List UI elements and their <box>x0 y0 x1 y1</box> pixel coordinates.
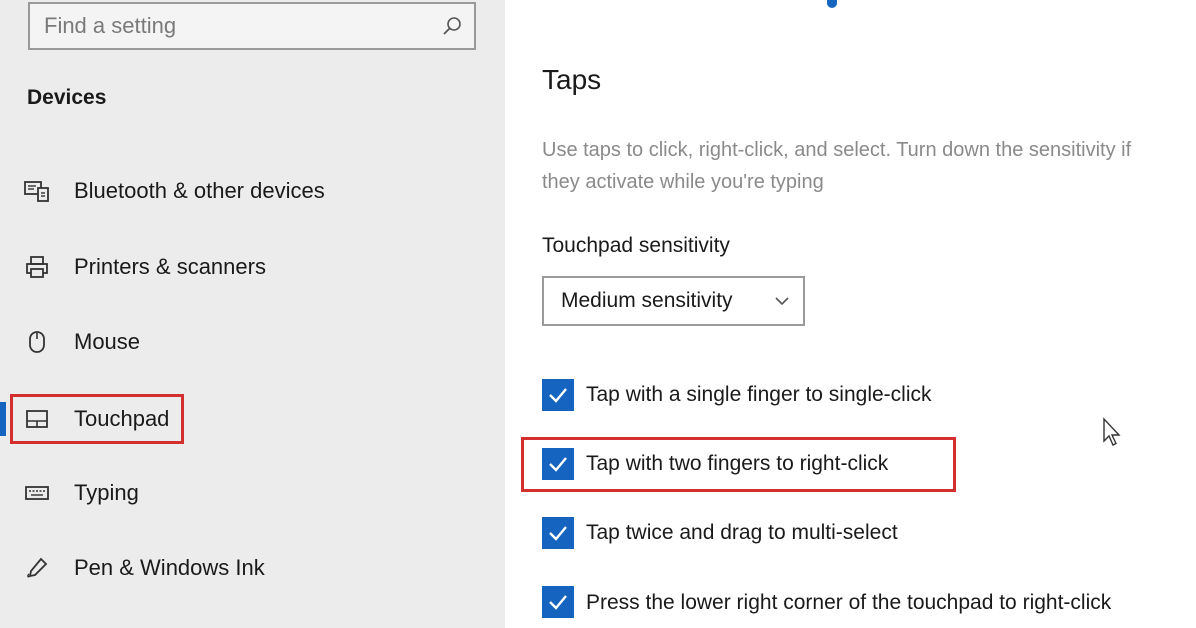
search-input[interactable] <box>44 4 424 48</box>
checkbox-row-lower-right-corner[interactable]: Press the lower right corner of the touc… <box>542 586 1146 620</box>
sidebar-item-label: Touchpad <box>74 406 170 431</box>
checkmark-icon <box>549 388 567 403</box>
mouse-icon <box>22 327 52 357</box>
sidebar-item-touchpad[interactable]: Touchpad <box>0 394 452 444</box>
main-panel: Taps Use taps to click, right-click, and… <box>505 0 1196 628</box>
sidebar-item-label: Mouse <box>74 329 141 354</box>
sensitivity-dropdown[interactable]: Medium sensitivity <box>542 276 805 326</box>
keyboard-icon <box>22 478 52 508</box>
checkbox-label: Tap with a single finger to single-click <box>586 383 932 406</box>
checkbox-label: Press the lower right corner of the touc… <box>586 591 1112 614</box>
section-description: Use taps to click, right-click, and sele… <box>542 139 1132 193</box>
mouse-cursor-icon <box>1103 417 1121 446</box>
chevron-down-icon <box>775 297 789 306</box>
bluetooth-devices-icon <box>22 176 52 206</box>
sidebar-item-label: Bluetooth & other devices <box>74 178 325 203</box>
checkmark-icon <box>549 457 567 472</box>
checkbox-label: Tap twice and drag to multi-select <box>586 521 898 544</box>
checkbox-row-single-finger[interactable]: Tap with a single finger to single-click <box>542 378 932 412</box>
checkmark-icon <box>549 595 567 610</box>
checkbox-checked[interactable] <box>542 379 574 411</box>
sensitivity-label: Touchpad sensitivity <box>542 234 730 257</box>
settings-window: Devices Bluetooth & other devices <box>0 0 1196 628</box>
sidebar-item-mouse[interactable]: Mouse <box>12 317 452 367</box>
touchpad-icon <box>22 404 52 434</box>
pen-icon <box>22 553 52 583</box>
checkbox-checked[interactable] <box>542 448 574 480</box>
scroll-indicator <box>827 0 837 8</box>
printer-icon <box>22 252 52 282</box>
sidebar-item-printers[interactable]: Printers & scanners <box>12 242 452 292</box>
section-title-taps: Taps <box>542 64 602 95</box>
sidebar-item-label: Pen & Windows Ink <box>74 555 265 580</box>
checkmark-icon <box>549 526 567 541</box>
sensitivity-value: Medium sensitivity <box>561 289 733 312</box>
search-box[interactable] <box>28 2 476 50</box>
sidebar-item-bluetooth[interactable]: Bluetooth & other devices <box>12 166 452 216</box>
checkbox-checked[interactable] <box>542 517 574 549</box>
section-heading-devices: Devices <box>27 86 107 109</box>
sidebar-item-typing[interactable]: Typing <box>12 468 452 518</box>
checkbox-row-tap-twice[interactable]: Tap twice and drag to multi-select <box>542 516 898 550</box>
sidebar-item-label: Printers & scanners <box>74 254 266 279</box>
sidebar-item-label: Typing <box>74 480 139 505</box>
checkbox-label: Tap with two fingers to right-click <box>586 452 889 475</box>
checkbox-row-two-fingers[interactable]: Tap with two fingers to right-click <box>542 447 888 481</box>
sidebar-item-pen[interactable]: Pen & Windows Ink <box>12 543 452 593</box>
sidebar: Devices Bluetooth & other devices <box>0 0 505 628</box>
search-icon[interactable] <box>440 14 464 38</box>
checkbox-checked[interactable] <box>542 586 574 618</box>
